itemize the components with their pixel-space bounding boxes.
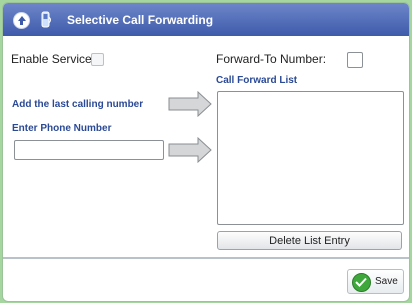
enable-service-label: Enable Service: xyxy=(11,52,96,66)
add-phone-arrow-icon[interactable] xyxy=(168,136,212,166)
call-forward-list[interactable] xyxy=(217,91,404,225)
enable-service-checkbox[interactable] xyxy=(91,53,104,66)
collapse-up-icon[interactable] xyxy=(13,12,30,29)
panel-header: Selective Call Forwarding xyxy=(3,3,409,36)
phone-number-input[interactable] xyxy=(14,140,164,160)
panel-title: Selective Call Forwarding xyxy=(67,13,214,27)
forward-to-label: Forward-To Number: xyxy=(216,52,327,66)
save-label: Save xyxy=(375,276,398,287)
phone-icon xyxy=(39,11,53,29)
selective-call-forwarding-panel: Selective Call Forwarding Enable Service… xyxy=(2,2,410,302)
delete-list-entry-button[interactable]: Delete List Entry xyxy=(217,231,402,250)
checkmark-icon xyxy=(352,273,371,292)
forward-to-number-input[interactable] xyxy=(347,52,363,68)
footer-divider xyxy=(3,257,409,259)
enter-phone-label: Enter Phone Number xyxy=(12,123,112,134)
add-last-calling-arrow-icon[interactable] xyxy=(168,90,212,120)
add-last-calling-label: Add the last calling number xyxy=(12,99,144,110)
call-forward-list-label: Call Forward List xyxy=(216,75,298,86)
save-button[interactable]: Save xyxy=(347,269,404,294)
